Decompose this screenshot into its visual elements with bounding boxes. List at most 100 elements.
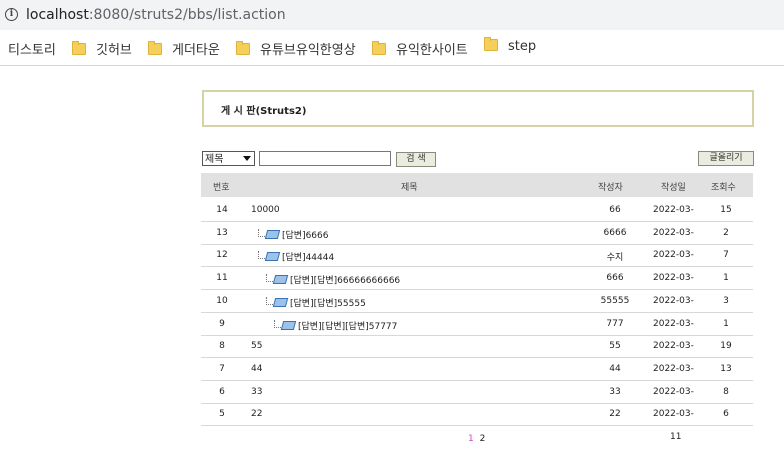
url-path: :8080/struts2/bbs/list.action [88, 7, 286, 23]
folder-open-icon [264, 229, 281, 239]
post-hits: 19 [720, 341, 732, 352]
post-hits: 1 [723, 273, 729, 284]
header-date: 작성일 [661, 183, 686, 193]
info-icon[interactable]: i [5, 8, 18, 21]
bookmark-label: 유익한사이트 [396, 43, 468, 58]
post-date: 2022-03- [653, 295, 694, 306]
bookmark-youtube[interactable]: 유튜브유익한영상 [236, 39, 356, 58]
post-date: 2022-03- [653, 273, 694, 284]
post-title-link[interactable]: [답변]44444 [258, 250, 334, 263]
post-hits: 6 [723, 409, 729, 420]
folder-icon [372, 41, 386, 55]
post-hits: 3 [723, 295, 729, 306]
post-hits: 15 [720, 205, 732, 215]
post-number: 14 [216, 205, 228, 215]
post-date: 2022-03- [653, 205, 694, 215]
header-writer: 작성자 [598, 183, 623, 193]
folder-open-icon [264, 252, 281, 262]
search-input[interactable] [259, 151, 391, 166]
bookmarks-bar: 티스토리 깃허브 게더타운 유튜브유익한영상 유익한사이트 step [0, 30, 784, 66]
page-link-2[interactable]: 2 [480, 434, 486, 444]
post-title-text: 44 [251, 363, 263, 374]
post-writer: 55 [609, 341, 621, 352]
page-link-1[interactable]: 1 [468, 434, 474, 444]
folder-open-icon [280, 320, 297, 330]
post-hits: 2 [723, 227, 729, 238]
url-host: localhost [26, 7, 89, 23]
search-button[interactable]: 검 색 [396, 152, 436, 167]
bookmark-github[interactable]: 깃허브 [72, 39, 132, 58]
post-writer: 66 [609, 205, 621, 215]
search-field-value: 제목 [205, 154, 224, 165]
bookmark-label: 게더타운 [172, 43, 220, 58]
post-date: 2022-03- [653, 250, 694, 261]
post-date: 2022-03- [653, 409, 694, 420]
post-title-text: [답변][답변]66666666666 [290, 276, 401, 287]
post-title-text: 33 [251, 386, 263, 397]
bookmark-label: step [508, 39, 537, 54]
post-writer: 22 [609, 409, 621, 420]
table-row: 12 [답변]44444 수지 2022-03- 7 [201, 244, 753, 268]
post-title-text: [답변]6666 [282, 230, 329, 241]
table-header: 번호 제목 작성자 작성일 조회수 [201, 173, 753, 197]
post-writer: 44 [609, 363, 621, 374]
post-title-text: 10000 [251, 205, 280, 215]
post-number: 11 [216, 273, 228, 284]
table-row: 13 [답변]6666 6666 2022-03- 2 [201, 222, 753, 245]
write-button[interactable]: 글올리기 [698, 151, 754, 166]
post-title-text: 22 [251, 409, 263, 420]
folder-icon [148, 41, 162, 55]
post-title-link[interactable]: 33 [251, 387, 262, 397]
folder-icon [236, 41, 250, 55]
bookmark-label: 유튜브유익한영상 [260, 43, 356, 58]
post-number: 9 [219, 318, 225, 329]
post-writer: 666 [606, 273, 624, 284]
board-title-box: 게 시 판(Struts2) [202, 90, 754, 127]
bookmark-step[interactable]: step [484, 37, 537, 54]
post-writer: 777 [606, 318, 624, 329]
pagination: 1 2 [468, 434, 485, 444]
post-date: 2022-03- [653, 318, 694, 329]
post-title-text: [답변][답변]55555 [290, 298, 366, 309]
chevron-down-icon [243, 156, 251, 161]
post-title-text: [답변][답변][답변]57777 [298, 321, 398, 332]
post-number: 5 [219, 409, 225, 420]
post-number: 6 [219, 386, 225, 397]
bookmark-tistory[interactable]: 티스토리 [8, 39, 56, 58]
address-bar[interactable]: i localhost:8080/struts2/bbs/list.action [0, 0, 784, 30]
table-row: 9 [답변][답변][답변]57777 777 2022-03- 1 [201, 313, 753, 336]
post-title-link[interactable]: [답변][답변][답변]57777 [274, 319, 397, 332]
bookmark-gathertown[interactable]: 게더타운 [148, 39, 220, 58]
post-writer: 55555 [600, 295, 630, 306]
post-title-link[interactable]: [답변]6666 [258, 228, 329, 241]
post-title-link[interactable]: 10000 [251, 205, 280, 215]
post-title-link[interactable]: 55 [251, 341, 262, 351]
reply-line-icon [258, 251, 265, 260]
header-title: 제목 [401, 183, 418, 193]
reply-line-icon [266, 296, 273, 305]
overflow-text: 11 [670, 432, 682, 442]
search-field-select[interactable]: 제목 [202, 151, 255, 166]
post-number: 10 [216, 295, 228, 306]
post-title-text: [답변]44444 [282, 253, 335, 264]
post-hits: 13 [720, 363, 732, 374]
post-title-link[interactable]: [답변][답변]55555 [266, 296, 366, 309]
table-row: 14 10000 66 2022-03- 15 [201, 199, 753, 222]
post-writer: 6666 [603, 227, 627, 238]
bookmark-label: 깃허브 [96, 43, 132, 58]
board-title: 게 시 판(Struts2) [221, 106, 307, 117]
post-title-link[interactable]: [답변][답변]66666666666 [266, 273, 400, 286]
bookmark-useful-sites[interactable]: 유익한사이트 [372, 39, 468, 58]
post-title-link[interactable]: 22 [251, 409, 262, 419]
table-row: 7 44 44 2022-03- 13 [201, 358, 753, 381]
bookmark-label: 티스토리 [8, 43, 56, 58]
url-text[interactable]: localhost:8080/struts2/bbs/list.action [26, 7, 286, 23]
post-title-link[interactable]: 44 [251, 364, 262, 374]
reply-line-icon [258, 228, 265, 237]
table-row: 5 22 22 2022-03- 6 [201, 403, 753, 427]
post-number: 12 [216, 250, 228, 261]
post-number: 7 [219, 363, 225, 374]
reply-line-icon [274, 319, 281, 328]
table-row: 10 [답변][답변]55555 55555 2022-03- 3 [201, 290, 753, 313]
table-row: 8 55 55 2022-03- 19 [201, 335, 753, 359]
